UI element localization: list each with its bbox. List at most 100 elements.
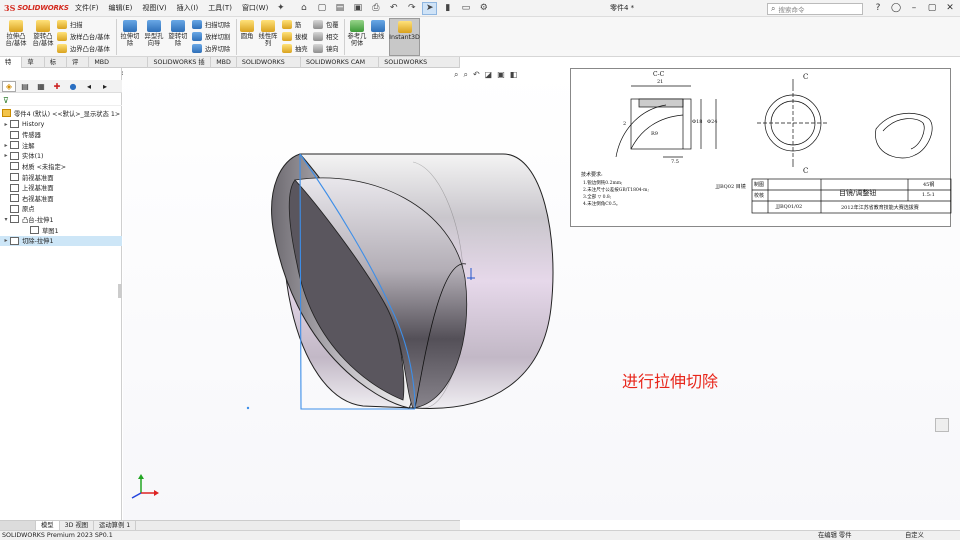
extrude-cut-button[interactable]: 拉伸切除 — [118, 20, 142, 47]
expand-arrow-icon[interactable]: ▸ — [2, 121, 10, 128]
tab-motion-study[interactable]: 运动算例 1 — [94, 520, 137, 531]
loft-boss-button[interactable]: 放样凸台/基体 — [57, 31, 110, 42]
menu-tools[interactable]: 工具(T) — [203, 0, 237, 17]
panel-scroll-right-icon[interactable]: ▸ — [98, 81, 112, 92]
expand-arrow-icon[interactable]: ▸ — [2, 237, 10, 244]
undo-icon[interactable]: ↶ — [386, 2, 401, 15]
revolve-boss-button[interactable]: 旋转凸台/基体 — [30, 20, 56, 47]
tree-item[interactable]: 草图1 — [0, 225, 122, 235]
tab-sketch[interactable]: 草图 — [22, 57, 45, 77]
tree-item[interactable]: 上视基准面 — [0, 183, 122, 193]
dimxpert-icon[interactable]: ✚ — [50, 81, 64, 92]
tree-root[interactable]: 零件4 (默认) <<默认>_显示状态 1> — [0, 108, 122, 118]
separator — [116, 19, 117, 55]
rebuild-icon[interactable]: ▮ — [440, 2, 455, 15]
curves-button[interactable]: 曲线 — [369, 20, 387, 40]
tab-3d-views[interactable]: 3D 视图 — [60, 520, 95, 531]
expand-arrow-icon[interactable]: ▾ — [2, 216, 10, 223]
intersect-label: 相交 — [326, 34, 339, 41]
feature-tree-icon[interactable]: ◈ — [2, 80, 16, 92]
solidworks-logo[interactable]: 3S SOLIDWORKS — [0, 0, 69, 17]
sweep-button[interactable]: 扫描 — [57, 19, 83, 30]
menu-window[interactable]: 窗口(W) — [237, 0, 273, 17]
draft-button[interactable]: 拔模 — [282, 31, 308, 42]
select-cursor-icon[interactable]: ➤ — [422, 1, 438, 15]
tab-evaluate[interactable]: 评估 — [67, 57, 90, 77]
save-icon[interactable]: ▣ — [350, 2, 365, 15]
tab-markup[interactable]: 标注 — [45, 57, 68, 77]
tree-item-label: 右视基准面 — [22, 195, 54, 203]
menu-edit[interactable]: 编辑(E) — [104, 0, 138, 17]
tree-filter-row[interactable]: ⊽ — [0, 95, 122, 106]
tab-cam[interactable]: SOLIDWORKS CAM — [237, 57, 302, 77]
reference-geometry-button[interactable]: 参考几何体 — [346, 20, 368, 47]
hole-wizard-button[interactable]: 异型孔向导 — [143, 20, 165, 47]
tab-addins[interactable]: SOLIDWORKS 插件 — [148, 57, 212, 77]
pin-icon[interactable]: ✦ — [273, 2, 288, 15]
rib-button[interactable]: 筋 — [282, 19, 301, 30]
menu-file[interactable]: 文件(F) — [70, 0, 104, 17]
tab-model[interactable]: 模型 — [36, 520, 60, 531]
tree-item[interactable]: ▸ 注解 — [0, 140, 122, 150]
sweep-label: 扫描 — [70, 22, 83, 29]
minimize-icon[interactable]: – — [905, 0, 923, 17]
hole-wizard-label: 异型孔向导 — [144, 33, 164, 47]
file-properties-icon[interactable]: ▭ — [458, 2, 473, 15]
tab-cam-tbm[interactable]: SOLIDWORKS CAM TBM — [301, 57, 380, 77]
instant3d-button[interactable]: Instant3D — [389, 18, 420, 56]
panel-collapse-handle[interactable] — [118, 284, 122, 298]
fillet-button[interactable]: 圆角 — [238, 20, 256, 40]
menu-view[interactable]: 视图(V) — [137, 0, 171, 17]
close-icon[interactable]: ✕ — [941, 0, 959, 17]
options-gear-icon[interactable]: ⚙ — [476, 2, 491, 15]
mirror-button[interactable]: 镜向 — [313, 43, 339, 54]
tree-item[interactable]: 右视基准面 — [0, 193, 122, 203]
extrude-boss-button[interactable]: 拉伸凸台/基体 — [3, 20, 29, 47]
tab-mbd[interactable]: MBD — [211, 57, 237, 68]
search-commands-input[interactable]: ⌕ 搜索命令 — [767, 3, 863, 15]
tab-inspection[interactable]: SOLIDWORKS Inspection — [379, 57, 460, 77]
sweep-cut-button[interactable]: 扫描切除 — [192, 19, 230, 30]
part-number: JJBQ02 目镜 — [716, 184, 746, 190]
linear-pattern-button[interactable]: 线性阵列 — [257, 20, 279, 47]
tab-mbd-dimensions[interactable]: MBD Dimensions — [89, 57, 149, 77]
loft-cut-label: 放样切割 — [205, 34, 231, 41]
shell-button[interactable]: 抽壳 — [282, 43, 308, 54]
boundary-cut-button[interactable]: 边界切除 — [192, 43, 230, 54]
loft-cut-button[interactable]: 放样切割 — [192, 31, 230, 42]
tree-item[interactable]: 传感器 — [0, 130, 122, 140]
revolve-cut-button[interactable]: 旋转切除 — [166, 20, 190, 47]
tree-item[interactable]: 前视基准面 — [0, 172, 122, 182]
separator — [236, 19, 237, 55]
task-pane-toggle[interactable] — [935, 418, 949, 432]
redo-icon[interactable]: ↷ — [404, 2, 419, 15]
tree-item[interactable]: 原点 — [0, 204, 122, 214]
bottom-tabs-scroll[interactable] — [0, 520, 36, 531]
user-icon[interactable]: ◯ — [887, 0, 905, 17]
panel-scroll-left-icon[interactable]: ◂ — [82, 81, 96, 92]
expand-arrow-icon[interactable]: ▸ — [2, 152, 10, 159]
section-mark-bottom: C — [803, 167, 809, 175]
open-folder-icon[interactable]: ▤ — [332, 2, 347, 15]
tree-item[interactable]: ▸ History — [0, 119, 122, 129]
intersect-button[interactable]: 相交 — [313, 31, 339, 42]
expand-arrow-icon[interactable]: ▸ — [2, 142, 10, 149]
boundary-boss-button[interactable]: 边界凸台/基体 — [57, 43, 110, 54]
tree-item[interactable]: ▸ 实体(1) — [0, 151, 122, 161]
status-units[interactable]: 自定义 — [905, 531, 924, 540]
wrap-button[interactable]: 包覆 — [313, 19, 339, 30]
tab-features[interactable]: 特征 — [0, 57, 23, 77]
tree-item[interactable]: 材质 <未指定> — [0, 161, 122, 171]
tree-item[interactable]: ▸ 切除-拉伸1 — [0, 235, 122, 246]
display-manager-icon[interactable]: ● — [66, 81, 80, 92]
property-manager-icon[interactable]: ▤ — [18, 81, 32, 92]
filter-icon[interactable]: ⊽ — [3, 96, 9, 105]
home-icon[interactable]: ⌂ — [296, 2, 311, 15]
help-icon[interactable]: ? — [869, 0, 887, 17]
new-document-icon[interactable]: ▢ — [314, 2, 329, 15]
print-icon[interactable]: ⎙ — [368, 2, 383, 15]
menu-insert[interactable]: 插入(I) — [172, 0, 204, 17]
tree-item[interactable]: ▾ 凸台-拉伸1 — [0, 214, 122, 224]
maximize-icon[interactable]: ▢ — [923, 0, 941, 17]
configuration-manager-icon[interactable]: ▦ — [34, 81, 48, 92]
